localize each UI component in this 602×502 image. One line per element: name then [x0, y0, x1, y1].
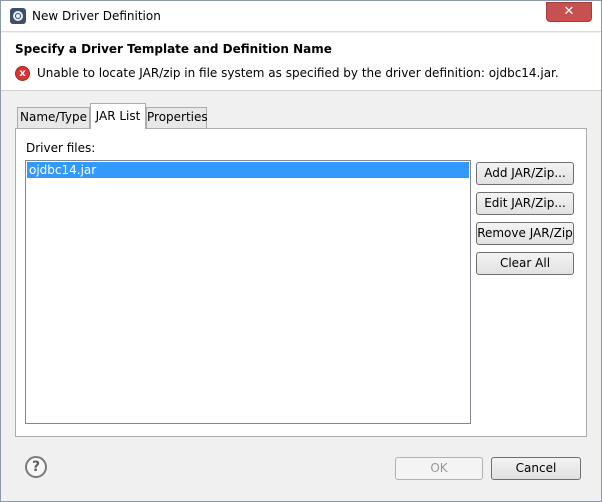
remove-jar-button[interactable]: Remove JAR/Zip [476, 222, 574, 245]
error-icon: x [15, 66, 30, 81]
tab-properties[interactable]: Properties [146, 107, 208, 128]
edit-jar-button[interactable]: Edit JAR/Zip... [476, 192, 574, 215]
new-driver-definition-dialog: New Driver Definition ✕ Specify a Driver… [0, 0, 602, 502]
tab-jar-list[interactable]: JAR List [90, 103, 146, 129]
close-icon: ✕ [563, 4, 575, 19]
title-bar: New Driver Definition ✕ [1, 1, 601, 32]
driver-files-list[interactable]: ojdbc14.jar [25, 160, 471, 424]
page-title: Specify a Driver Template and Definition… [15, 42, 332, 56]
clear-all-button[interactable]: Clear All [476, 252, 574, 275]
list-item[interactable]: ojdbc14.jar [27, 162, 469, 178]
help-icon[interactable]: ? [25, 456, 47, 478]
add-jar-button[interactable]: Add JAR/Zip... [476, 162, 574, 185]
error-message: Unable to locate JAR/zip in file system … [37, 66, 559, 80]
dialog-header: Specify a Driver Template and Definition… [1, 33, 601, 91]
eclipse-icon [10, 8, 26, 24]
ok-button[interactable]: OK [395, 457, 483, 480]
jar-list-panel: Driver files: ojdbc14.jar Add JAR/Zip...… [15, 128, 587, 437]
cancel-button[interactable]: Cancel [491, 457, 581, 480]
driver-files-label: Driver files: [26, 141, 96, 155]
tab-name-type[interactable]: Name/Type [17, 107, 90, 128]
close-button[interactable]: ✕ [546, 2, 592, 22]
window-title: New Driver Definition [32, 9, 161, 23]
